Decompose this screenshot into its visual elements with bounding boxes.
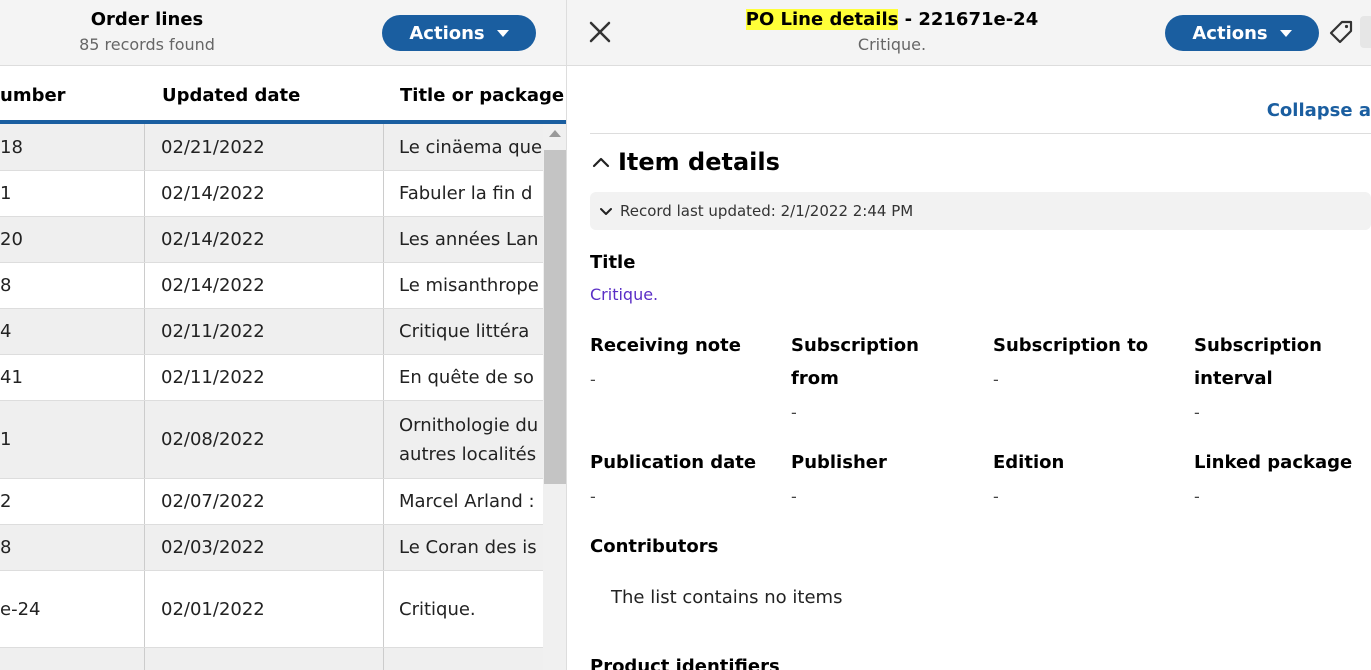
edition-label: Edition: [993, 452, 1065, 473]
cell-date: 02/08/2022: [145, 401, 384, 478]
page-subtitle: Critique.: [857, 35, 927, 54]
cell-title: Les années Lan: [399, 229, 539, 250]
table-row[interactable]: 2 02/07/2022 Marcel Arland :: [0, 479, 543, 525]
cell-number: [0, 648, 145, 670]
actions-label: Actions: [409, 22, 485, 44]
table-row[interactable]: 20 02/14/2022 Les années Lan: [0, 217, 543, 263]
right-actions-button[interactable]: Actions: [1165, 15, 1319, 51]
column-header-title[interactable]: Title or package: [400, 85, 564, 106]
cell-date: 02/14/2022: [145, 171, 384, 216]
table-row[interactable]: 1 02/14/2022 Fabuler la fin d: [0, 171, 543, 217]
list-scrollbar[interactable]: [543, 124, 566, 670]
cell-date: 02/14/2022: [145, 217, 384, 262]
cell-number: 4: [0, 309, 145, 354]
publication-date-value: -: [590, 487, 596, 506]
subscription-from-label: Subscription from: [791, 335, 919, 389]
cell-date: 02/03/2022: [145, 525, 384, 570]
cell-number: 8: [0, 525, 145, 570]
cell-title: Ornithologie du autres localités: [399, 414, 539, 465]
contributors-label: Contributors: [590, 536, 719, 557]
cell-number: 18: [0, 124, 145, 170]
po-line-header: PO Line details - 221671e-24 Critique. A…: [567, 0, 1371, 66]
highlighted-title: PO Line details: [745, 9, 899, 30]
caret-down-icon: [1279, 29, 1292, 37]
cell-number: 1: [0, 171, 145, 216]
publication-date-label: Publication date: [590, 452, 757, 473]
column-header-updated-date[interactable]: Updated date: [162, 85, 300, 106]
cell-date: [145, 648, 384, 670]
divider: [590, 133, 1371, 134]
subscription-from-value: -: [791, 403, 797, 422]
cell-number: 8: [0, 263, 145, 308]
cell-title: Fabuler la fin d: [399, 183, 533, 204]
subscription-interval-label: Subscription interval: [1194, 335, 1322, 389]
linked-package-value: -: [1194, 487, 1200, 506]
cell-title: Le misanthrope: [399, 275, 539, 296]
cell-number: 2: [0, 479, 145, 524]
cell-number: 1: [0, 401, 145, 478]
table-row[interactable]: 18 02/21/2022 Le cinäema que: [0, 124, 543, 171]
cell-title: Marcel Arland :: [399, 491, 535, 512]
tag-icon[interactable]: [1327, 18, 1355, 46]
order-lines-pane: Order lines 85 records found Actions umb…: [0, 0, 567, 670]
table-row[interactable]: 1 02/08/2022 Ornithologie du autres loca…: [0, 401, 543, 479]
pane-menu-edge[interactable]: [1360, 16, 1371, 48]
cell-title: Le Coran des is: [399, 537, 537, 558]
subscription-interval-value: -: [1194, 403, 1200, 422]
table-row[interactable]: 4 02/11/2022 Critique littéra: [0, 309, 543, 355]
cell-date: 02/21/2022: [145, 124, 384, 170]
subscription-to-label: Subscription to: [993, 335, 1149, 356]
caret-down-icon: [496, 29, 509, 37]
left-actions-button[interactable]: Actions: [382, 15, 536, 51]
order-lines-list: 18 02/21/2022 Le cinäema que 1 02/14/202…: [0, 124, 543, 670]
cell-date: 02/14/2022: [145, 263, 384, 308]
record-count: 85 records found: [79, 35, 215, 54]
table-row[interactable]: 8 02/03/2022 Le Coran des is: [0, 525, 543, 571]
cell-date: 02/07/2022: [145, 479, 384, 524]
po-line-number: - 221671e-24: [898, 9, 1039, 30]
cell-title: Critique littéra: [399, 321, 530, 342]
cell-number: 41: [0, 355, 145, 400]
cell-number: e-24: [0, 571, 145, 647]
cell-title: En quête de so: [399, 367, 534, 388]
table-row[interactable]: [0, 648, 543, 670]
cell-date: 02/01/2022: [145, 571, 384, 647]
chevron-down-icon: [600, 207, 612, 215]
cell-title: Critique.: [399, 598, 476, 620]
table-row[interactable]: 41 02/11/2022 En quête de so: [0, 355, 543, 401]
scrollbar-thumb[interactable]: [544, 150, 566, 484]
table-row[interactable]: 8 02/14/2022 Le misanthrope: [0, 263, 543, 309]
cell-number: 20: [0, 217, 145, 262]
title-label: Title: [590, 252, 636, 273]
cell-date: 02/11/2022: [145, 355, 384, 400]
po-line-details-pane: PO Line details - 221671e-24 Critique. A…: [567, 0, 1371, 670]
table-header: umber Updated date Title or package: [0, 66, 566, 124]
edition-value: -: [993, 487, 999, 506]
chevron-up-icon: [592, 157, 610, 168]
table-row-selected[interactable]: e-24 02/01/2022 Critique.: [0, 571, 543, 648]
actions-label: Actions: [1192, 22, 1268, 44]
linked-package-label: Linked package: [1194, 452, 1353, 473]
record-last-updated: Record last updated: 2/1/2022 2:44 PM: [620, 202, 914, 220]
receiving-note-label: Receiving note: [590, 335, 741, 356]
pane-title: Order lines: [90, 9, 204, 30]
item-details-toggle[interactable]: Item details: [592, 148, 780, 176]
page-title: PO Line details - 221671e-24: [567, 9, 1217, 30]
cell-title: [384, 648, 543, 670]
publisher-value: -: [791, 487, 797, 506]
section-title: Item details: [618, 148, 780, 176]
subscription-to-value: -: [993, 370, 999, 389]
contributors-empty-message: The list contains no items: [611, 587, 843, 608]
order-lines-header: Order lines 85 records found Actions: [0, 0, 566, 66]
publisher-label: Publisher: [791, 452, 887, 473]
product-identifiers-label: Product identifiers: [590, 656, 780, 670]
record-metadata-toggle[interactable]: Record last updated: 2/1/2022 2:44 PM: [590, 192, 1371, 230]
title-link[interactable]: Critique.: [590, 285, 658, 304]
cell-title: Le cinäema que: [399, 136, 543, 158]
collapse-all-button[interactable]: Collapse a: [1267, 100, 1371, 121]
column-header-number[interactable]: umber: [0, 85, 66, 106]
scroll-up-icon[interactable]: [549, 130, 561, 137]
receiving-note-value: -: [590, 370, 596, 389]
cell-date: 02/11/2022: [145, 309, 384, 354]
